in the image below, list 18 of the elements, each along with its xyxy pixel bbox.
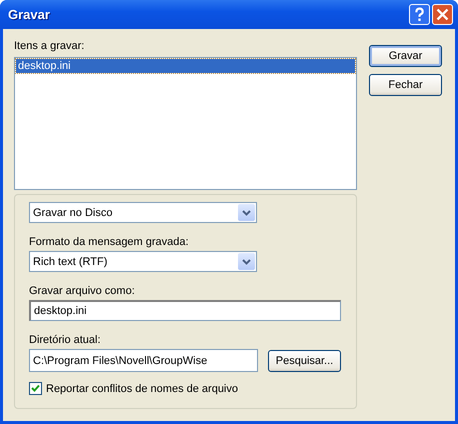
items-list[interactable]: desktop.ini	[14, 57, 357, 190]
directory-field[interactable]: C:\Program Files\Novell\GroupWise	[29, 349, 258, 372]
checkbox[interactable]	[29, 382, 42, 395]
save-as-label: Gravar arquivo como:	[29, 285, 136, 299]
checkbox-label: Reportar conflitos de nomes de arquivo	[46, 382, 238, 394]
dialog-button[interactable]: Fechar	[369, 74, 442, 96]
list-item[interactable]: desktop.ini	[16, 59, 355, 73]
window-title: Gravar	[7, 7, 50, 22]
format-dropdown[interactable]: Rich text (RTF)	[29, 251, 257, 272]
dialog-button[interactable]: Gravar	[369, 45, 442, 67]
format-label: Formato da mensagem gravada:	[29, 236, 190, 250]
close-button[interactable]	[432, 4, 453, 25]
browse-button[interactable]: Pesquisar...	[268, 350, 341, 372]
destination-dropdown[interactable]: Gravar no Disco	[29, 202, 257, 223]
items-label: Itens a gravar:	[14, 40, 86, 54]
directory-label: Diretório atual:	[29, 334, 102, 348]
help-button[interactable]	[409, 4, 430, 25]
save-as-field[interactable]: desktop.ini	[29, 300, 341, 321]
